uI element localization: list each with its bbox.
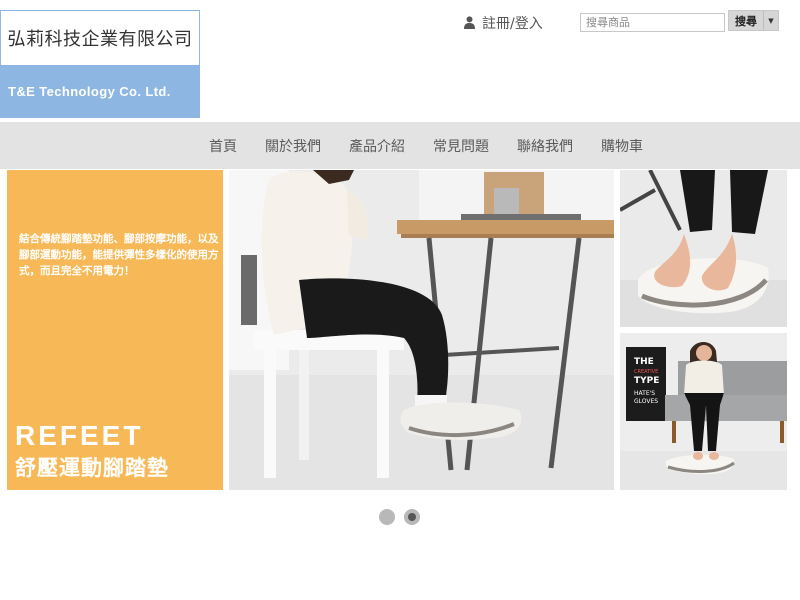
company-name-en: T&E Technology Co. Ltd. <box>1 65 199 117</box>
company-logo[interactable]: 弘莉科技企業有限公司 T&E Technology Co. Ltd. <box>0 10 200 118</box>
search-button-label: 搜尋 <box>735 14 757 28</box>
search-button[interactable]: 搜尋 ▼ <box>728 10 779 31</box>
company-name-cn: 弘莉科技企業有限公司 <box>7 29 193 50</box>
page: 弘莉科技企業有限公司 T&E Technology Co. Ltd. 註冊/登入… <box>0 0 800 600</box>
poster-text-line: TYPE <box>634 376 659 386</box>
caret-down-icon[interactable]: ▼ <box>763 11 778 30</box>
nav-item-cart[interactable]: 購物車 <box>601 136 643 156</box>
nav-item-home[interactable]: 首頁 <box>209 136 237 156</box>
register-login-link[interactable]: 註冊/登入 <box>464 13 543 33</box>
product-photo-feet <box>620 170 787 327</box>
nav-item-about[interactable]: 關於我們 <box>265 136 321 156</box>
poster-text-line: THE <box>634 357 654 367</box>
banner-description: 結合傳統腳踏墊功能、腳部按摩功能，以及腳部運動功能，能提供彈性多樣化的使用方式，… <box>19 233 219 277</box>
poster-text-line: HATE'S <box>634 390 655 397</box>
user-icon <box>464 16 476 30</box>
nav-item-products[interactable]: 產品介紹 <box>349 136 405 156</box>
product-photo-sofa: THE CREATIVE TYPE HATE'S GLOVES <box>620 333 787 490</box>
main-nav: 首頁 關於我們 產品介紹 常見問題 聯絡我們 購物車 <box>0 122 800 169</box>
hero-banner[interactable]: 結合傳統腳踏墊功能、腳部按摩功能，以及腳部運動功能，能提供彈性多樣化的使用方式，… <box>7 170 787 490</box>
product-photo-desk <box>229 170 614 490</box>
banner-title-en: REFEET <box>15 420 144 451</box>
poster-text-line: CREATIVE <box>634 369 658 375</box>
nav-item-contact[interactable]: 聯絡我們 <box>517 136 573 156</box>
banner-text-panel: 結合傳統腳踏墊功能、腳部按摩功能，以及腳部運動功能，能提供彈性多樣化的使用方式，… <box>7 170 223 490</box>
sofa-scene-illustration: THE CREATIVE TYPE HATE'S GLOVES <box>620 333 787 490</box>
carousel-dots <box>379 509 420 525</box>
nav-item-faq[interactable]: 常見問題 <box>433 136 489 156</box>
carousel-dot-2[interactable] <box>404 509 420 525</box>
poster-text-line: GLOVES <box>634 398 658 405</box>
feet-closeup-illustration <box>620 170 787 327</box>
desk-scene-illustration <box>229 170 614 490</box>
banner-title-cn: 舒壓運動腳踏墊 <box>15 456 169 480</box>
register-login-label: 註冊/登入 <box>482 16 543 32</box>
search-input[interactable] <box>580 13 725 32</box>
carousel-dot-1[interactable] <box>379 509 395 525</box>
